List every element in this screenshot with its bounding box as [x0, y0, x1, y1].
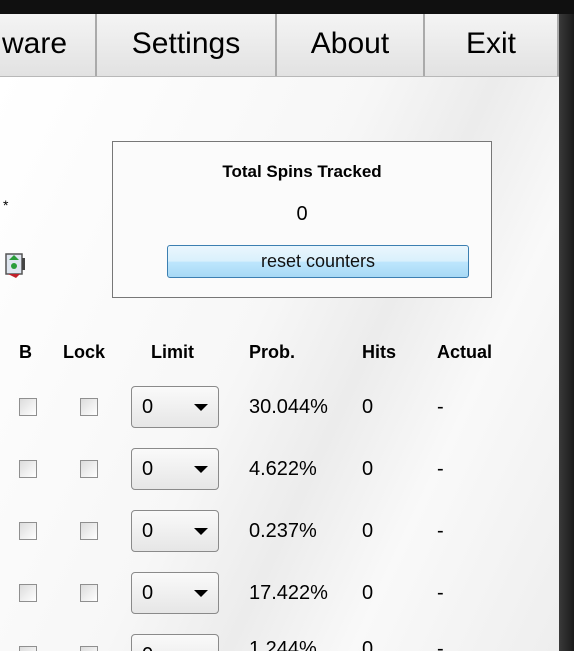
prob-cell: 0.237%	[249, 520, 317, 542]
table-row: 0 0.237% 0 -	[0, 502, 559, 564]
lock-checkbox[interactable]	[80, 398, 98, 416]
prob-cell: 30.044%	[249, 396, 328, 418]
actual-cell: -	[437, 638, 444, 651]
table-row: 0 17.422% 0 -	[0, 564, 559, 626]
limit-dropdown[interactable]: 0	[131, 510, 219, 552]
actual-cell: -	[437, 582, 444, 604]
chevron-down-icon	[194, 590, 208, 597]
chevron-down-icon	[194, 528, 208, 535]
column-header-b: B	[19, 342, 32, 362]
column-header-limit: Limit	[151, 342, 194, 362]
column-header-lock: Lock	[63, 342, 106, 362]
b-checkbox[interactable]	[19, 584, 37, 602]
limit-value: 0	[142, 520, 154, 542]
hits-cell: 0	[362, 396, 374, 418]
asterisk-mark: *	[3, 197, 9, 213]
actual-cell: -	[437, 396, 444, 418]
limit-value: 0	[142, 458, 154, 480]
lock-checkbox[interactable]	[80, 460, 98, 478]
menu-item-settings[interactable]: Settings	[97, 14, 277, 76]
slot-reel-icon	[5, 253, 25, 278]
b-checkbox[interactable]	[19, 460, 37, 478]
limit-dropdown[interactable]: 0	[131, 448, 219, 490]
limit-value: 0	[142, 582, 154, 604]
hits-cell: 0	[362, 638, 374, 651]
hits-cell: 0	[362, 520, 374, 542]
b-checkbox[interactable]	[19, 398, 37, 416]
limit-dropdown[interactable]: 0	[131, 386, 219, 428]
lock-checkbox[interactable]	[80, 584, 98, 602]
limit-value: 0	[142, 635, 153, 651]
column-header-actual: Actual	[437, 342, 493, 362]
menu-item-exit[interactable]: Exit	[425, 14, 559, 76]
lock-checkbox[interactable]	[80, 522, 98, 540]
b-checkbox[interactable]	[19, 646, 37, 651]
total-spins-label: Total Spins Tracked	[222, 162, 382, 181]
menu-bar: ware Settings About Exit	[0, 14, 559, 77]
limit-dropdown[interactable]: 0	[131, 634, 219, 651]
table-row: 0 1.244% 0 -	[0, 626, 559, 651]
column-header-prob: Prob.	[249, 342, 296, 362]
prob-cell: 17.422%	[249, 582, 328, 604]
chevron-down-icon	[194, 404, 208, 411]
table-row: 0 30.044% 0 -	[0, 378, 559, 440]
reset-counters-button[interactable]: reset counters	[167, 245, 469, 278]
actual-cell: -	[437, 458, 444, 480]
spin-counter-panel: Total Spins Tracked 0 reset counters	[112, 141, 492, 298]
total-spins-value: 0	[296, 203, 308, 225]
window-frame-right	[559, 14, 574, 651]
table-row: 0 4.622% 0 -	[0, 440, 559, 502]
prob-cell: 1.244%	[249, 638, 317, 651]
chevron-down-icon	[194, 466, 208, 473]
column-header-hits: Hits	[362, 342, 397, 362]
menu-item-software[interactable]: ware	[0, 14, 97, 76]
menu-item-about[interactable]: About	[277, 14, 425, 76]
limit-dropdown[interactable]: 0	[131, 572, 219, 614]
lock-checkbox[interactable]	[80, 646, 98, 651]
limit-value: 0	[142, 396, 154, 418]
b-checkbox[interactable]	[19, 522, 37, 540]
hits-cell: 0	[362, 458, 374, 480]
hits-cell: 0	[362, 582, 374, 604]
actual-cell: -	[437, 520, 444, 542]
window-titlebar	[0, 0, 574, 14]
prob-cell: 4.622%	[249, 458, 317, 480]
